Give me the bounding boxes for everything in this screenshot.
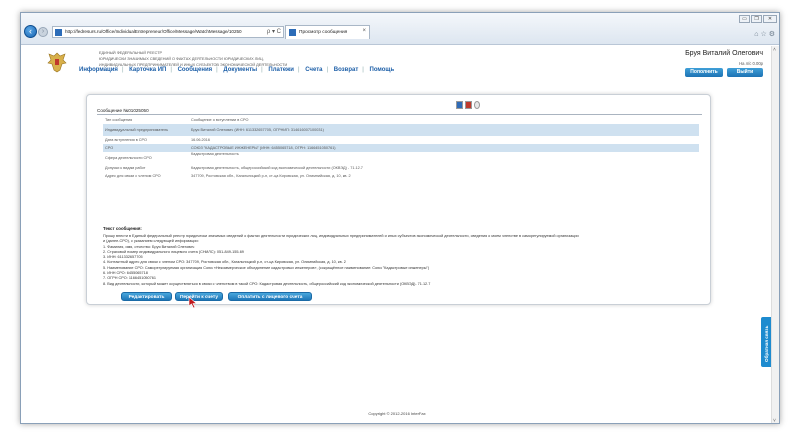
- logout-button[interactable]: Выйти: [727, 68, 763, 77]
- table-row: Дата вступления в СРО 16.06.2016: [105, 138, 211, 142]
- heading-divider: [97, 114, 702, 115]
- menu-item-messages[interactable]: Сообщения: [178, 67, 213, 73]
- tab-favicon-icon: [289, 29, 296, 36]
- page-scrollbar[interactable]: ˄ ˅: [771, 46, 779, 423]
- site-favicon-icon: [55, 29, 62, 36]
- pin-icon[interactable]: [474, 101, 480, 109]
- table-row: СРО СОЮЗ "КАДАСТРОВЫЕ ИНЖЕНЕРЫ" (ИНН: 645…: [103, 144, 699, 152]
- coat-of-arms-icon: [47, 52, 67, 73]
- close-window-button[interactable]: ✕: [763, 15, 777, 23]
- message-text: Прошу внести в Единый федеральный реестр…: [103, 234, 703, 287]
- menu-item-refund[interactable]: Возврат: [334, 67, 359, 73]
- menu-item-help[interactable]: Помощь: [370, 67, 395, 73]
- minimize-button[interactable]: ▭: [739, 15, 750, 23]
- menu-item-card[interactable]: Карточка ИП: [129, 67, 166, 73]
- table-row: Сфера деятельности СРО Кадастровая деятел…: [105, 152, 239, 160]
- browser-toolbar: ‹ › http://fedresurs.ru/Office/Individua…: [21, 13, 779, 45]
- browser-tool-icons[interactable]: ⌂☆⚙: [754, 30, 777, 38]
- edit-button[interactable]: Редактировать: [121, 292, 172, 301]
- table-row: Допуски к видам работ Кадастровая деятель…: [105, 166, 363, 170]
- window-controls: ▭ ❐ ✕: [738, 15, 777, 23]
- browser-tab[interactable]: Просмотр сообщения ×: [285, 25, 370, 39]
- menu-item-payments[interactable]: Платежи: [268, 67, 294, 73]
- message-text-title: Текст сообщения:: [103, 226, 142, 231]
- main-menu: Информация | Карточка ИП | Сообщения | Доку…: [79, 67, 395, 73]
- table-row: Адрес для связи с членом СРО 347709, Рост…: [105, 174, 351, 178]
- go-to-invoice-button[interactable]: Перейти к счету: [175, 292, 223, 301]
- tab-close-icon[interactable]: ×: [362, 28, 366, 34]
- forward-arrow-icon[interactable]: ›: [38, 27, 48, 37]
- print-icon[interactable]: [456, 101, 463, 109]
- scroll-down-icon[interactable]: ˅: [773, 418, 776, 423]
- account-balance: На л/с 0.00р: [739, 61, 763, 66]
- page-content: Единый федеральный реестр юридически зна…: [21, 46, 774, 423]
- message-panel: Сообщение №01025050 Тип сообщения Сообщен…: [86, 94, 711, 309]
- mouse-cursor-icon: [188, 296, 198, 309]
- text-line: 8. Вид деятельности, который может осуще…: [103, 281, 431, 286]
- maximize-button[interactable]: ❐: [751, 15, 762, 23]
- menu-item-info[interactable]: Информация: [79, 67, 118, 73]
- pay-from-account-button[interactable]: Оплатить с лицевого счета: [228, 292, 312, 301]
- message-details-table: Тип сообщения Сообщение о вступлении в СР…: [103, 116, 699, 180]
- menu-item-documents[interactable]: Документы: [223, 67, 257, 73]
- browser-window: ‹ › http://fedresurs.ru/Office/Individua…: [20, 12, 780, 424]
- copyright: Copyright © 2012-2016 InterFax: [368, 411, 426, 416]
- menu-item-invoices[interactable]: Счета: [305, 67, 322, 73]
- address-controls[interactable]: ρ ▾ C: [267, 28, 281, 35]
- address-bar[interactable]: http://fedresurs.ru/Office/IndividualEnt…: [52, 26, 284, 38]
- tab-title: Просмотр сообщения: [299, 30, 348, 35]
- message-action-icons: [456, 101, 482, 110]
- back-arrow-icon[interactable]: ‹: [24, 25, 37, 38]
- scroll-up-icon[interactable]: ˄: [773, 47, 776, 53]
- org-description: Единый федеральный реестр юридически зна…: [99, 51, 288, 67]
- table-row: Индивидуальный предприниматель Бруя Витал…: [103, 124, 699, 136]
- pdf-icon[interactable]: [465, 101, 472, 109]
- address-url[interactable]: http://fedresurs.ru/Office/IndividualEnt…: [65, 29, 255, 34]
- table-row: Тип сообщения Сообщение о вступлении в СР…: [105, 118, 249, 122]
- topup-button[interactable]: Пополнить: [685, 68, 723, 77]
- user-name: Бруя Виталий Олегович: [685, 50, 763, 57]
- message-heading: Сообщение №01025050: [97, 108, 149, 113]
